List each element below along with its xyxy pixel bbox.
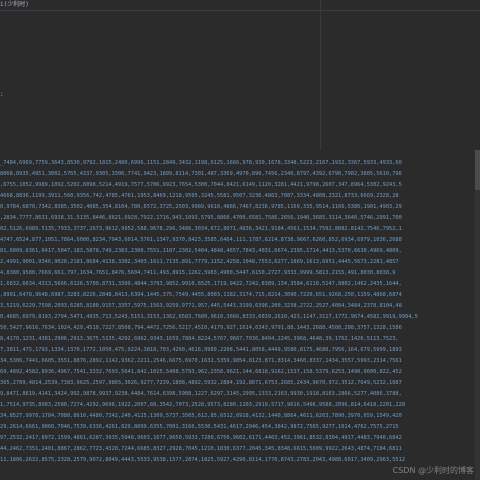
output-line: 4,8380,9580,7669,661,797,1634,7651,8476,… [0, 270, 396, 276]
code-editor[interactable]: i(少利时) : _7484,6969,7759,3643,8530,9792,… [0, 0, 480, 480]
output-line: _7484,6969,7759,3643,8530,9792,1815,2480… [0, 160, 402, 166]
output-line: 3,5219,6229,7598,2093,6285,8180,9157,335… [0, 303, 402, 309]
output-line: 81,6009,6361,6417,5047,183,5878,749,2383… [0, 248, 402, 254]
output-line: 4747,6524,877,1051,7864,6000,8234,7943,6… [0, 237, 402, 243]
output-line: 29,2614,6661,9060,7046,7539,6336,4261,82… [0, 424, 399, 430]
output-line: 34,5306,7441,6605,3551,8876,2892,1142,93… [0, 358, 402, 364]
output-scrollbar-thumb[interactable] [475, 150, 480, 190]
output-line: 8068,8935,4951,3002,5765,4337,9305,3306,… [0, 171, 402, 177]
output-line: 365,2789,4814,2539,7383,9625,2597,9865,3… [0, 380, 402, 386]
output-line: ,6755,1052,9989,1092,5202,6098,5214,4919… [0, 182, 402, 188]
output-line: 2,4991,9001,9346,9028,2181,8684,4138,330… [0, 259, 399, 265]
output-line: 9,8471,8619,4141,3424,992,9878,9937,9238… [0, 391, 402, 397]
output-line: 69,4892,4582,8936,4967,7541,3332,7693,56… [0, 369, 402, 375]
output-line: ,8991,6478,9648,6987,3283,8226,2848,8413… [0, 292, 402, 298]
output-line: 8,4170,1231,4381,2906,2913,3675,5135,429… [0, 336, 399, 342]
editor-colon-text: : [0, 91, 4, 98]
editor-top-text: i(少利时) [0, 1, 29, 8]
output-scrollbar[interactable] [475, 150, 480, 480]
output-line: 44,2462,7351,2401,8867,2862,7723,4328,72… [0, 446, 402, 452]
output-line: 97,2532,2417,8972,1599,4861,6287,3935,59… [0, 435, 402, 441]
output-line: 1,7514,9735,8983,2580,7274,4292,9698,192… [0, 402, 406, 408]
watermark-text: CSDN @少利时的博客 [392, 466, 474, 475]
output-line: 02,5126,6989,5135,7933,3737,2673,9612,99… [0, 226, 402, 232]
output-line: 7,3811,475,1793,1334,1370,1772,1050,475,… [0, 347, 402, 353]
console-output[interactable]: _7484,6969,7759,3643,8530,9792,1815,2480… [0, 158, 480, 480]
output-line: 0,4685,6979,8193,2794,5471,4935,713,5243… [0, 314, 418, 320]
output-line: 50,5427,9616,7634,1024,429,4510,7227,850… [0, 325, 402, 331]
editor-divider [0, 10, 480, 11]
output-line: 4668,8836,1199,3911,560,9356,742,4785,47… [0, 193, 399, 199]
output-line: 1,6832,6634,4313,5666,6126,5709,8731,339… [0, 281, 402, 287]
output-line: ,2834,7777,8631,6938,31,5135,8446,8621,6… [0, 215, 402, 221]
output-line: 0,9784,6870,7342,8385,3502,4085,354,8104… [0, 204, 402, 210]
editor-margin-guide [320, 0, 321, 150]
output-line: 34,8527,9978,1784,7080,8610,4480,7342,24… [0, 413, 402, 419]
